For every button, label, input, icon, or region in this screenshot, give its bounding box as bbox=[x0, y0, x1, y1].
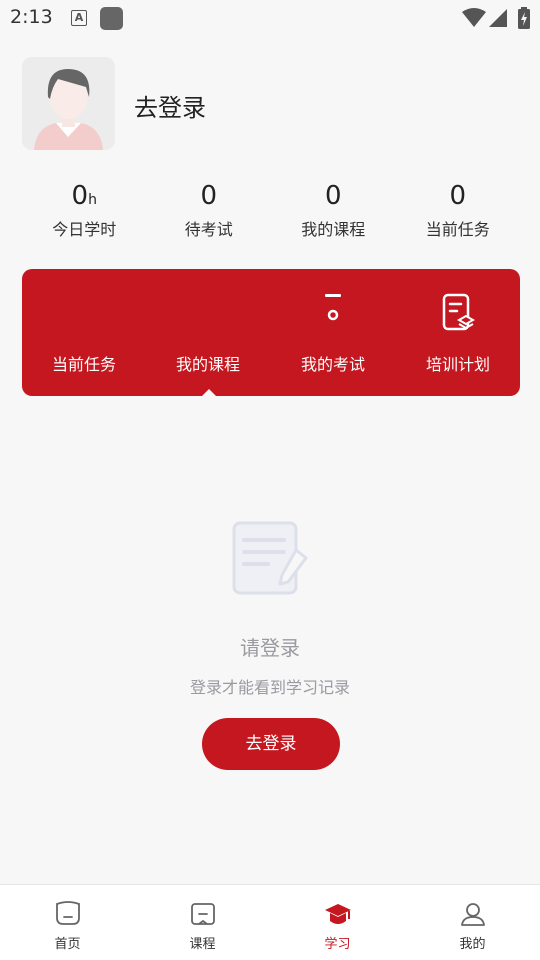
empty-state-title: 请登录 bbox=[240, 636, 300, 660]
bottom-nav: 首页 课程 学习 我的 bbox=[0, 884, 540, 960]
app-notification-icon bbox=[100, 7, 123, 30]
empty-state-subtitle: 登录才能看到学习记录 bbox=[189, 678, 350, 697]
nav-profile[interactable]: 我的 bbox=[405, 885, 540, 960]
avatar[interactable] bbox=[22, 57, 115, 150]
stat-value: 0h bbox=[71, 181, 97, 211]
stats-row: 0h 今日学时 0 待考试 0 我的课程 0 当前任务 bbox=[22, 180, 520, 242]
tab-label: 当前任务 bbox=[51, 355, 116, 374]
stat-my-courses[interactable]: 0 我的课程 bbox=[271, 180, 396, 242]
status-time: 2:13 bbox=[10, 6, 53, 28]
learning-tabs-card: 当前任务 我的课程 我的考试 培训计划 bbox=[22, 269, 520, 397]
book-icon bbox=[190, 903, 215, 925]
signal-icon bbox=[489, 9, 507, 27]
login-button[interactable]: 去登录 bbox=[202, 718, 340, 770]
default-avatar-icon bbox=[22, 57, 115, 150]
nav-label: 我的 bbox=[459, 937, 486, 952]
selected-tab-indicator bbox=[201, 389, 217, 397]
stat-value: 0 bbox=[200, 181, 218, 211]
wifi-icon bbox=[462, 8, 486, 27]
stat-label: 我的课程 bbox=[301, 220, 366, 239]
stat-current-tasks[interactable]: 0 当前任务 bbox=[396, 180, 521, 242]
stat-label: 待考试 bbox=[184, 220, 233, 239]
tab-current-tasks[interactable]: 当前任务 bbox=[22, 269, 146, 396]
login-link[interactable]: 去登录 bbox=[134, 88, 206, 123]
nav-home[interactable]: 首页 bbox=[0, 885, 135, 960]
tab-label: 培训计划 bbox=[425, 355, 490, 374]
nav-study[interactable]: 学习 bbox=[270, 885, 405, 960]
stat-today-hours[interactable]: 0h 今日学时 bbox=[22, 180, 147, 242]
tab-label: 我的考试 bbox=[300, 355, 365, 374]
user-icon bbox=[460, 903, 485, 926]
plan-icon bbox=[442, 293, 475, 331]
tab-my-exams[interactable]: 我的考试 bbox=[271, 269, 395, 396]
stat-pending-exams[interactable]: 0 待考试 bbox=[147, 180, 272, 242]
graduation-cap-icon bbox=[324, 904, 351, 924]
tab-training-plan[interactable]: 培训计划 bbox=[396, 269, 520, 396]
tab-my-courses[interactable]: 我的课程 bbox=[146, 269, 270, 396]
exam-icon bbox=[325, 294, 341, 321]
nav-label: 首页 bbox=[54, 937, 81, 952]
stat-unit: h bbox=[88, 192, 97, 208]
battery-charging-icon bbox=[518, 7, 530, 29]
stat-label: 今日学时 bbox=[52, 220, 117, 239]
stat-label: 当前任务 bbox=[425, 220, 490, 239]
document-edit-icon bbox=[232, 521, 308, 595]
nav-courses[interactable]: 课程 bbox=[135, 885, 270, 960]
nav-label: 学习 bbox=[324, 937, 351, 952]
keyboard-a-icon: A bbox=[71, 10, 87, 26]
tab-label: 我的课程 bbox=[175, 355, 240, 374]
home-icon bbox=[55, 901, 80, 925]
stat-value: 0 bbox=[449, 181, 467, 211]
status-bar: 2:13 A bbox=[0, 0, 540, 36]
nav-label: 课程 bbox=[189, 937, 216, 952]
stat-value: 0 bbox=[324, 181, 342, 211]
